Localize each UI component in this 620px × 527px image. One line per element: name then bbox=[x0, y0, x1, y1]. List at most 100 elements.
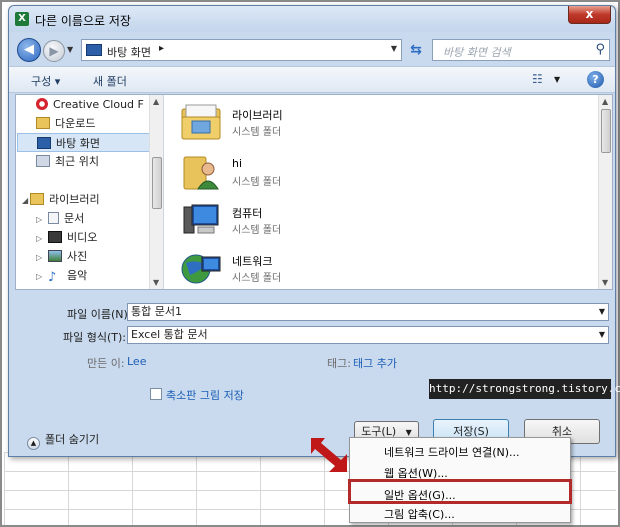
documents-icon bbox=[48, 212, 59, 224]
filetype-select[interactable]: Excel 통합 문서 ▼ bbox=[127, 326, 609, 344]
chevron-right-icon[interactable]: ▸ bbox=[159, 43, 164, 54]
scroll-up-icon[interactable]: ▲ bbox=[602, 97, 608, 106]
sidebar-item-label: 문서 bbox=[64, 212, 85, 225]
highlight-box bbox=[348, 479, 572, 504]
refresh-icon[interactable]: ⇆ bbox=[405, 39, 427, 61]
thumbnail-checkbox[interactable] bbox=[150, 388, 162, 400]
hide-folders-label: 폴더 숨기기 bbox=[45, 433, 100, 446]
sidebar-item-libraries[interactable]: 라이브러리 bbox=[30, 190, 163, 209]
scroll-up-icon[interactable]: ▲ bbox=[153, 97, 159, 106]
pictures-icon bbox=[48, 250, 62, 262]
search-input[interactable]: 바탕 화면 검색 ⚲ bbox=[432, 39, 610, 61]
music-icon: ♪ bbox=[48, 270, 57, 285]
browser-pane: Creative Cloud F 다운로드 바탕 화면 최근 위치 ◢ 라이브러… bbox=[15, 94, 613, 290]
sidebar-item-pictures[interactable]: 사진 bbox=[48, 247, 163, 266]
video-icon bbox=[48, 231, 62, 243]
author-label: 만든 이: bbox=[87, 357, 125, 370]
sidebar-item-label: 음악 bbox=[67, 269, 88, 282]
expand-icon[interactable]: ▷ bbox=[36, 215, 42, 224]
annotation-arrow-icon bbox=[311, 438, 347, 472]
expand-icon[interactable]: ▷ bbox=[36, 234, 42, 243]
sidebar-item-documents[interactable]: 문서 bbox=[48, 209, 163, 228]
sidebar-item-label: Creative Cloud F bbox=[53, 98, 144, 111]
scrollbar-thumb[interactable] bbox=[152, 157, 162, 209]
sidebar-item-label: 라이브러리 bbox=[49, 193, 100, 206]
chevron-down-icon[interactable]: ▼ bbox=[599, 327, 605, 343]
title-bar: X 다른 이름으로 저장 x bbox=[9, 6, 615, 32]
chevron-up-icon: ▲ bbox=[27, 437, 40, 450]
view-options-icon[interactable]: ☷ bbox=[532, 72, 548, 86]
file-list: 라이브러리 시스템 폴더 hi 시스템 폴더 컴퓨터 시스템 폴더 네트워크 시… bbox=[166, 95, 598, 289]
organize-button[interactable]: 구성 ▾ bbox=[31, 73, 60, 89]
search-icon[interactable]: ⚲ bbox=[595, 42, 605, 57]
library-folder-icon bbox=[181, 104, 221, 140]
filetype-value[interactable]: Excel 통합 문서 bbox=[131, 328, 208, 341]
sidebar-item-downloads[interactable]: 다운로드 bbox=[36, 114, 163, 133]
user-folder-icon bbox=[183, 156, 219, 190]
collapse-icon[interactable]: ◢ bbox=[22, 196, 28, 205]
screenshot-frame: X 다른 이름으로 저장 x ◀ ▶ ▼ 바탕 화면 ▸ ▼ ⇆ 바탕 화면 검… bbox=[0, 0, 620, 527]
watermark-url: http://strongstrong.tistory.com bbox=[429, 379, 620, 399]
excel-icon: X bbox=[15, 12, 29, 26]
navigation-pane: Creative Cloud F 다운로드 바탕 화면 최근 위치 ◢ 라이브러… bbox=[16, 95, 164, 289]
file-item-library[interactable]: 라이브러리 시스템 폴더 bbox=[180, 101, 380, 145]
sidebar-item-music[interactable]: ♪ 음악 bbox=[48, 266, 163, 285]
chevron-down-icon: ▼ bbox=[405, 428, 412, 437]
sidebar-item-creative-cloud[interactable]: Creative Cloud F bbox=[36, 95, 163, 114]
scrollbar-thumb[interactable] bbox=[601, 109, 611, 153]
author-value[interactable]: Lee bbox=[127, 355, 146, 368]
sidebar-item-label: 바탕 화면 bbox=[56, 137, 100, 150]
desktop-icon bbox=[86, 44, 102, 56]
recent-places-icon bbox=[36, 155, 50, 167]
window-title: 다른 이름으로 저장 bbox=[35, 14, 131, 28]
filename-field[interactable]: 통합 문서1 ▼ bbox=[127, 303, 609, 321]
file-name: 컴퓨터 bbox=[232, 207, 263, 220]
thumbnail-label[interactable]: 축소판 그림 저장 bbox=[166, 387, 244, 403]
command-toolbar: 구성 ▾ 새 폴더 ☷ ▼ ? bbox=[9, 66, 615, 93]
tags-label: 태그: bbox=[327, 357, 351, 370]
chevron-down-icon[interactable]: ▼ bbox=[554, 75, 560, 84]
help-icon[interactable]: ? bbox=[587, 71, 604, 88]
file-name: hi bbox=[232, 157, 243, 170]
new-folder-button[interactable]: 새 폴더 bbox=[93, 73, 127, 89]
file-item-network[interactable]: 네트워크 시스템 폴더 bbox=[180, 247, 380, 291]
file-name: 네트워크 bbox=[232, 255, 273, 268]
sidebar-item-recent-places[interactable]: 최근 위치 bbox=[36, 152, 163, 171]
add-tag-link[interactable]: 태그 추가 bbox=[353, 355, 397, 371]
sidebar-item-label: 최근 위치 bbox=[55, 155, 99, 168]
creative-cloud-icon bbox=[36, 98, 48, 110]
menu-item-compress-pictures[interactable]: 그림 압축(C)... bbox=[384, 506, 455, 522]
search-placeholder: 바탕 화면 검색 bbox=[443, 46, 511, 59]
close-button[interactable]: x bbox=[568, 6, 611, 24]
navigation-scrollbar[interactable]: ▲ ▼ bbox=[149, 95, 163, 289]
back-button[interactable]: ◀ bbox=[17, 38, 41, 62]
menu-item-map-network-drive[interactable]: 네트워크 드라이브 연결(N)... bbox=[384, 444, 520, 460]
hide-folders-button[interactable]: ▲ 폴더 숨기기 bbox=[27, 431, 99, 450]
file-list-scrollbar[interactable]: ▲ ▼ bbox=[598, 95, 612, 289]
sidebar-item-videos[interactable]: 비디오 bbox=[48, 228, 163, 247]
file-type: 시스템 폴더 bbox=[232, 127, 282, 138]
network-icon bbox=[181, 254, 221, 284]
history-dropdown-icon[interactable]: ▼ bbox=[67, 45, 73, 54]
file-type: 시스템 폴더 bbox=[232, 273, 282, 284]
file-type: 시스템 폴더 bbox=[232, 177, 282, 188]
desktop-icon bbox=[37, 137, 51, 149]
expand-icon[interactable]: ▷ bbox=[36, 272, 42, 281]
file-item-computer[interactable]: 컴퓨터 시스템 폴더 bbox=[180, 199, 380, 243]
library-icon bbox=[30, 193, 44, 205]
forward-button[interactable]: ▶ bbox=[43, 40, 65, 62]
address-text[interactable]: 바탕 화면 bbox=[107, 44, 151, 60]
file-name: 라이브러리 bbox=[232, 109, 283, 122]
scroll-down-icon[interactable]: ▼ bbox=[153, 278, 159, 287]
chevron-down-icon[interactable]: ▼ bbox=[599, 304, 605, 320]
scroll-down-icon[interactable]: ▼ bbox=[602, 278, 608, 287]
address-bar[interactable]: 바탕 화면 ▸ ▼ bbox=[81, 39, 402, 61]
sidebar-item-label: 비디오 bbox=[67, 231, 98, 244]
sidebar-item-label: 사진 bbox=[67, 250, 88, 263]
downloads-icon bbox=[36, 117, 50, 129]
file-item-user[interactable]: hi 시스템 폴더 bbox=[180, 151, 380, 195]
sidebar-item-desktop[interactable]: 바탕 화면 bbox=[17, 133, 151, 152]
chevron-down-icon[interactable]: ▼ bbox=[391, 44, 397, 53]
expand-icon[interactable]: ▷ bbox=[36, 253, 42, 262]
filename-value[interactable]: 통합 문서1 bbox=[131, 305, 182, 318]
